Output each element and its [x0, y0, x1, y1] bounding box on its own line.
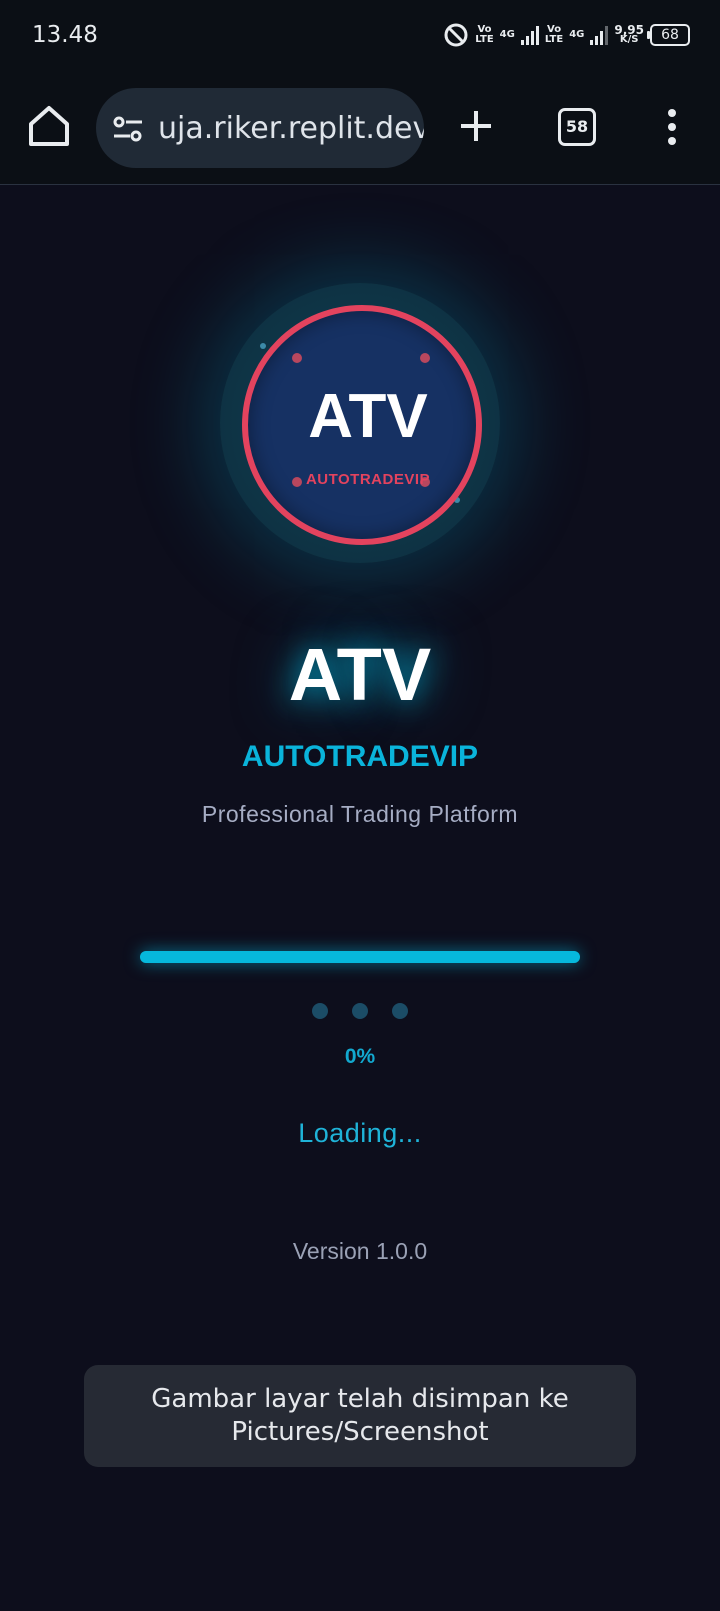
- tabs-icon[interactable]: 58: [558, 108, 596, 146]
- app-logo: ATV AUTOTRADEVIP: [220, 283, 500, 563]
- logo-text: ATV: [308, 382, 428, 451]
- status-time: 13.48: [32, 22, 98, 48]
- brand-subtitle: AUTOTRADEVIP: [241, 740, 479, 773]
- volte-badge-2: Vo LTE: [544, 24, 564, 45]
- signal-icon-2: [590, 25, 609, 45]
- screenshot-toast: Gambar layar telah disimpan ke Pictures/…: [84, 1365, 636, 1467]
- progress-fill: [140, 951, 580, 963]
- logo-dot: [292, 353, 302, 363]
- url-text[interactable]: uja.riker.replit.dev: [158, 111, 424, 146]
- tagline: Professional Trading Platform: [201, 801, 519, 827]
- loading-status: Loading...: [298, 1118, 422, 1148]
- network-type-2: 4G: [569, 29, 585, 40]
- logo-badge: ATV AUTOTRADEVIP: [242, 305, 482, 545]
- version-label: Version 1.0.0: [292, 1238, 428, 1264]
- battery-icon: 68: [647, 24, 690, 46]
- browser-toolbar: uja.riker.replit.dev 58: [0, 72, 720, 185]
- network-type-1: 4G: [499, 29, 515, 40]
- volte-badge-1: Vo LTE: [475, 24, 494, 45]
- loading-dot: [312, 1003, 328, 1019]
- toast-message: Gambar layar telah disimpan ke Pictures/…: [151, 1384, 569, 1447]
- status-icons: Vo LTE 4G Vo LTE 4G 9,95 K/S 68: [443, 20, 690, 50]
- home-icon[interactable]: [26, 102, 72, 148]
- more-menu-icon[interactable]: [662, 108, 682, 148]
- logo-spark: [260, 343, 266, 349]
- logo-dot: [420, 353, 430, 363]
- status-bar: 13.48 Vo LTE 4G Vo LTE 4G 9,95 K/S 68: [0, 0, 720, 72]
- signal-icon: [520, 25, 539, 45]
- network-speed: 9,95 K/S: [614, 23, 644, 45]
- do-not-disturb-icon: [444, 23, 468, 47]
- loading-dot: [392, 1003, 408, 1019]
- site-settings-icon[interactable]: [112, 113, 144, 145]
- logo-subtext: AUTOTRADEVIP: [305, 471, 431, 488]
- progress-percent: 0%: [344, 1045, 376, 1068]
- loading-dots: [0, 1003, 720, 1019]
- loading-dot: [352, 1003, 368, 1019]
- progress-bar: [140, 951, 580, 963]
- new-tab-icon[interactable]: [458, 108, 494, 144]
- brand-title: ATV: [288, 633, 432, 716]
- address-bar[interactable]: uja.riker.replit.dev: [96, 88, 424, 168]
